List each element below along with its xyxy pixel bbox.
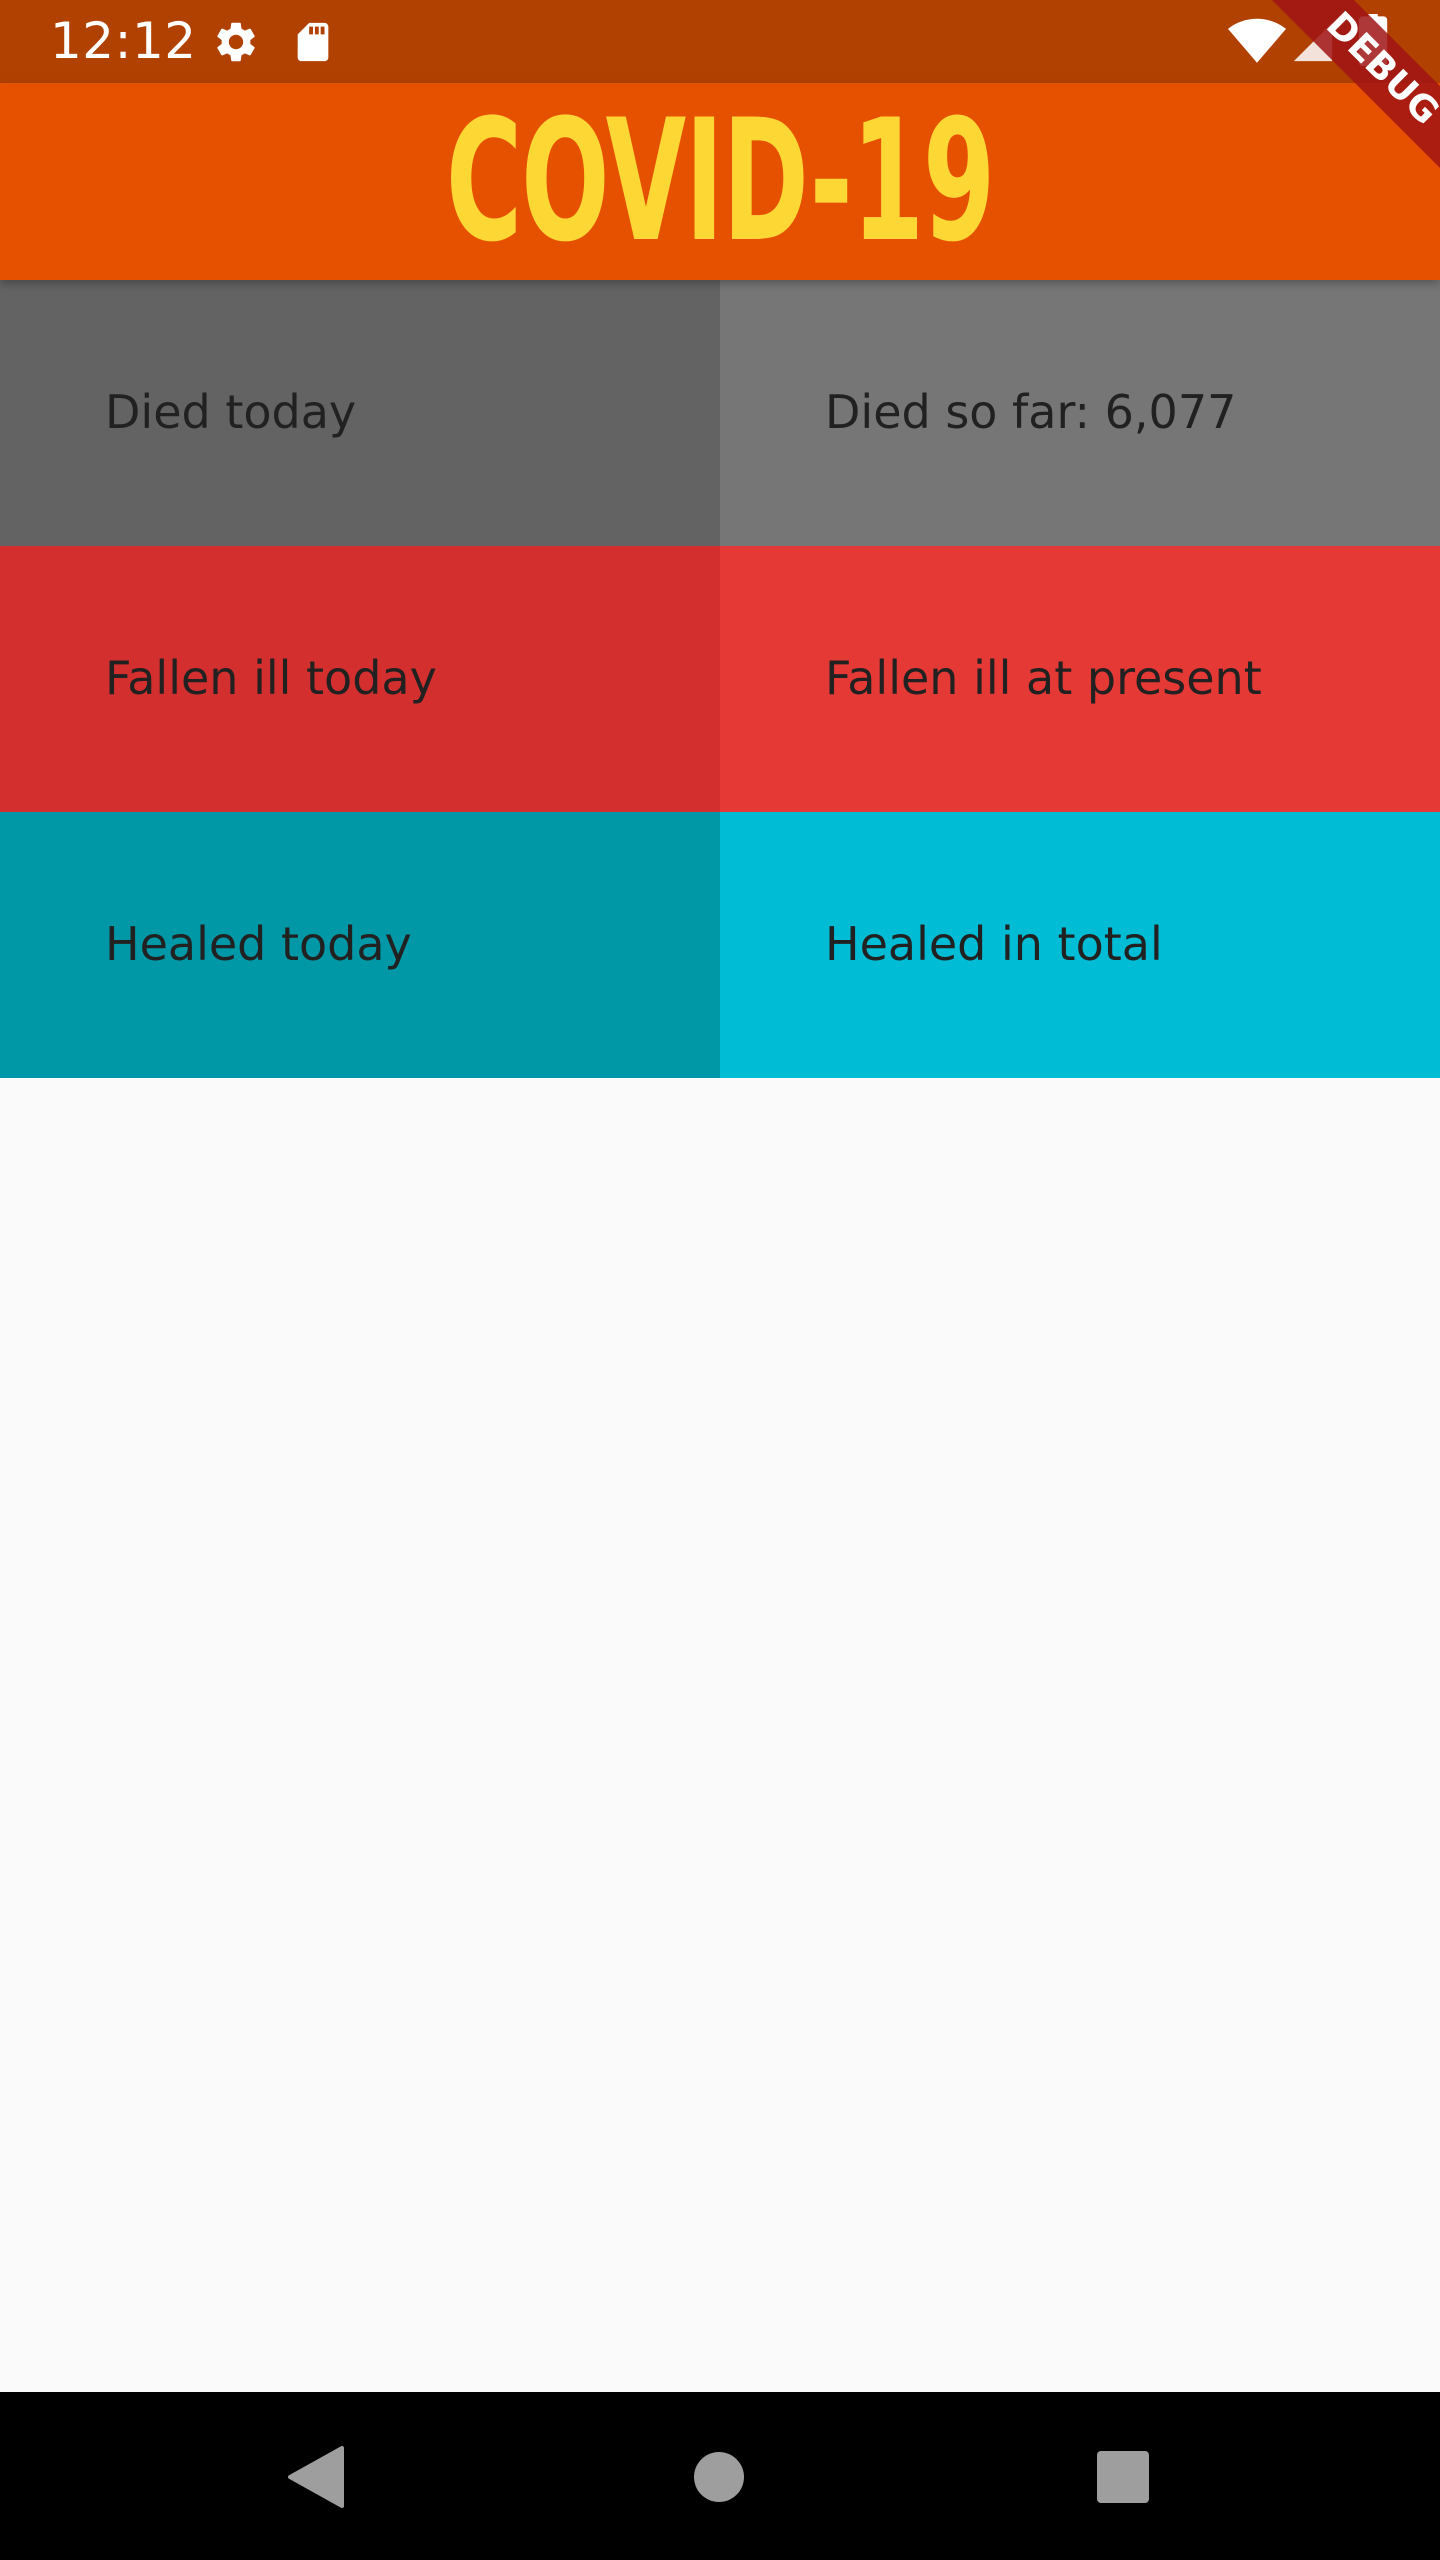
- healed-total-tile[interactable]: Healed in total: [720, 812, 1440, 1078]
- stats-grid: Died today Died so far: 6,077 Fallen ill…: [0, 280, 1440, 1078]
- stats-row-died: Died today Died so far: 6,077: [0, 280, 1440, 546]
- died-so-far-tile[interactable]: Died so far: 6,077: [720, 280, 1440, 546]
- died-today-tile[interactable]: Died today: [0, 280, 720, 546]
- home-icon[interactable]: [684, 2442, 754, 2512]
- debug-banner: DEBUG: [1240, 0, 1440, 200]
- sd-card-icon: [290, 18, 336, 71]
- gear-icon: [212, 18, 260, 71]
- died-today-label: Died today: [105, 385, 357, 439]
- debug-label: DEBUG: [1255, 0, 1440, 196]
- stats-row-healed: Healed today Healed in total: [0, 812, 1440, 1078]
- healed-today-label: Healed today: [105, 917, 412, 971]
- back-icon[interactable]: [282, 2442, 352, 2512]
- fallen-ill-today-tile[interactable]: Fallen ill today: [0, 546, 720, 812]
- healed-total-label: Healed in total: [825, 917, 1163, 971]
- healed-today-tile[interactable]: Healed today: [0, 812, 720, 1078]
- nav-bar: [0, 2392, 1440, 2560]
- fallen-ill-present-tile[interactable]: Fallen ill at present: [720, 546, 1440, 812]
- fallen-ill-present-label: Fallen ill at present: [825, 651, 1262, 705]
- app-screen: 12:12 DEBUG COVID-19 Died today Died so …: [0, 0, 1440, 2560]
- status-bar: 12:12: [0, 0, 1440, 83]
- fallen-ill-today-label: Fallen ill today: [105, 651, 437, 705]
- app-title: COVID-19: [445, 83, 995, 279]
- died-so-far-label: Died so far: 6,077: [825, 385, 1237, 439]
- status-time: 12:12: [50, 12, 197, 70]
- recents-icon[interactable]: [1088, 2442, 1158, 2512]
- stats-row-ill: Fallen ill today Fallen ill at present: [0, 546, 1440, 812]
- app-bar: COVID-19: [0, 83, 1440, 280]
